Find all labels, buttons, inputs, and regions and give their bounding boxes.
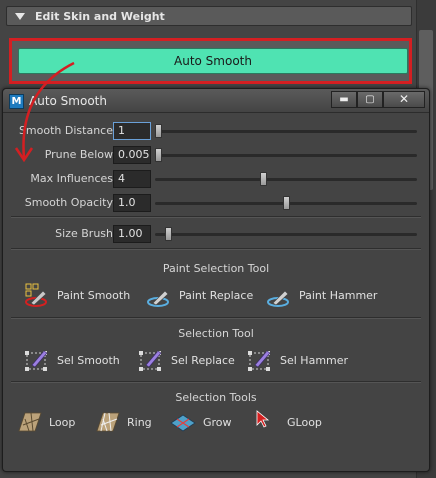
- smooth-opacity-field[interactable]: 1.0: [113, 194, 151, 212]
- prune-below-slider[interactable]: [155, 148, 417, 162]
- smooth-opacity-label: Smooth Opacity: [24, 196, 113, 209]
- smooth-distance-label: Smooth Distance: [18, 124, 113, 137]
- smooth-opacity-slider[interactable]: [155, 196, 417, 210]
- divider: [11, 248, 421, 250]
- cursor-arrow-icon: [256, 410, 270, 428]
- auto-smooth-dialog: M Auto Smooth ▬ ▢ ✕ Smooth Distance 1 Pr…: [2, 88, 430, 472]
- paint-hammer-label: Paint Hammer: [299, 288, 378, 302]
- sel-hammer-tool[interactable]: Sel Hammer: [246, 347, 348, 373]
- sel-hammer-icon: [248, 350, 271, 371]
- slider-handle[interactable]: [155, 124, 162, 138]
- paint-hammer-tool[interactable]: Paint Hammer: [265, 282, 377, 308]
- maximize-button[interactable]: ▢: [357, 91, 383, 108]
- sel-smooth-icon: [25, 350, 48, 371]
- slider-handle[interactable]: [259, 172, 267, 186]
- gloop-tool[interactable]: GLoop: [253, 409, 322, 435]
- paint-replace-label: Paint Replace: [179, 288, 254, 302]
- paint-smooth-tool[interactable]: Paint Smooth: [23, 282, 130, 308]
- max-influences-label: Max Influences: [30, 172, 113, 185]
- slider-handle[interactable]: [165, 227, 173, 241]
- size-brush-row: Size Brush 1.00: [3, 224, 429, 244]
- loop-tool[interactable]: Loop: [15, 409, 75, 435]
- ring-icon: [96, 412, 120, 432]
- smooth-opacity-row: Smooth Opacity 1.0: [3, 193, 429, 213]
- divider: [11, 216, 421, 218]
- size-brush-field[interactable]: 1.00: [113, 225, 151, 243]
- grow-tool[interactable]: Grow: [169, 409, 232, 435]
- sel-hammer-label: Sel Hammer: [280, 353, 349, 367]
- paint-replace-tool[interactable]: Paint Replace: [145, 282, 253, 308]
- grow-icon: [170, 414, 196, 432]
- paint-smooth-label: Paint Smooth: [57, 288, 131, 302]
- prune-below-row: Prune Below 0.005: [3, 145, 429, 165]
- max-influences-slider[interactable]: [155, 172, 417, 186]
- smooth-distance-row: Smooth Distance 1: [3, 121, 429, 141]
- prune-below-label: Prune Below: [44, 148, 113, 161]
- slider-handle[interactable]: [155, 148, 162, 162]
- loop-icon: [18, 412, 42, 432]
- sel-replace-icon: [139, 350, 162, 371]
- auto-smooth-button[interactable]: Auto Smooth: [18, 48, 408, 74]
- dialog-titlebar[interactable]: M Auto Smooth ▬ ▢ ✕: [3, 89, 429, 113]
- gloop-label: GLoop: [287, 415, 322, 429]
- paint-selection-title: Paint Selection Tool: [162, 262, 270, 275]
- loop-label: Loop: [49, 415, 76, 429]
- divider: [11, 381, 421, 383]
- smooth-distance-field[interactable]: 1: [113, 122, 151, 140]
- sel-replace-label: Sel Replace: [171, 353, 235, 367]
- maya-app-icon: M: [9, 94, 24, 109]
- ring-label: Ring: [127, 415, 152, 429]
- size-brush-slider[interactable]: [155, 227, 417, 241]
- size-brush-label: Size Brush: [55, 227, 113, 240]
- collapse-triangle-icon[interactable]: [15, 12, 25, 20]
- sel-replace-tool[interactable]: Sel Replace: [137, 347, 235, 373]
- ring-tool[interactable]: Ring: [93, 409, 152, 435]
- selection-tools-title: Selection Tools: [175, 391, 257, 404]
- slider-handle[interactable]: [282, 196, 290, 210]
- selection-tool-title: Selection Tool: [178, 327, 254, 340]
- paint-hammer-icon: [267, 290, 289, 307]
- max-influences-field[interactable]: 4: [113, 170, 151, 188]
- grow-label: Grow: [203, 415, 232, 429]
- prune-below-field[interactable]: 0.005: [113, 146, 151, 164]
- dialog-title: Auto Smooth: [29, 94, 107, 108]
- paint-replace-icon: [147, 290, 169, 307]
- sel-smooth-label: Sel Smooth: [57, 353, 120, 367]
- max-influences-row: Max Influences 4: [3, 169, 429, 189]
- divider: [11, 317, 421, 319]
- sel-smooth-tool[interactable]: Sel Smooth: [23, 347, 120, 373]
- smooth-distance-slider[interactable]: [155, 124, 417, 138]
- close-button[interactable]: ✕: [383, 91, 425, 108]
- edit-skin-weight-header[interactable]: Edit Skin and Weight: [6, 6, 412, 26]
- section-title: Edit Skin and Weight: [35, 9, 165, 23]
- minimize-button[interactable]: ▬: [331, 91, 357, 108]
- paint-smooth-icon: [25, 283, 47, 307]
